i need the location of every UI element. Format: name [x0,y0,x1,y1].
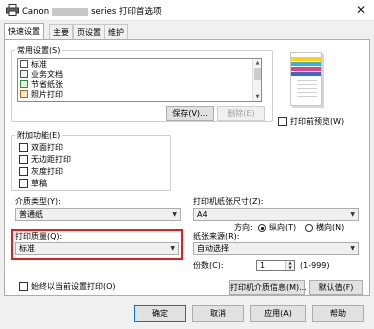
ok-button[interactable]: 确定 [134,305,186,322]
portrait-radio[interactable]: 纵向(T) [258,223,296,233]
print-quality-select[interactable]: 标准 ▼ [15,242,179,255]
select-value: 自动选择 [197,244,229,253]
select-value: A4 [197,210,208,219]
checkbox-box[interactable] [19,179,28,188]
spin-down-icon[interactable]: ▼ [286,266,294,270]
business-document-icon [20,70,28,78]
checkbox-label: 打印前预览(W) [290,117,345,126]
spinner-arrows[interactable]: ▲ ▼ [285,261,294,270]
photo-icon [20,90,28,98]
delete-button[interactable]: 删除(E) [217,106,265,121]
select-value: 普通纸 [19,210,43,219]
list-item-label: 照片打印 [31,90,63,99]
chevron-down-icon: ▼ [172,211,177,218]
tab-main[interactable]: 主要 [49,24,73,40]
scroll-down-icon[interactable]: ▼ [253,93,261,101]
checkbox-label: 始终以当前设置打印(O) [31,282,116,291]
window-title: Canon series 打印首选项 [22,5,162,17]
always-print-current-settings-checkbox[interactable]: 始终以当前设置打印(O) [19,281,116,292]
paper-size-select[interactable]: A4 ▼ [193,208,359,221]
list-item[interactable]: 标准 [20,60,47,70]
common-settings-list[interactable]: 标准 业务文档 节省纸张 照片打印 ▲ ▼ [17,58,262,102]
radio-dot[interactable] [258,224,266,232]
select-value: 标准 [19,244,35,253]
landscape-radio[interactable]: 横向(N) [305,223,344,233]
copies-label: 份数(C): [193,261,224,270]
title-suffix: series 打印首选项 [91,7,162,17]
list-scrollbar[interactable]: ▲ ▼ [252,59,261,101]
paper-size-label: 打印机纸张尺寸(Z): [193,197,264,206]
checkbox-label: 双面打印 [31,143,63,152]
checkbox-box[interactable] [19,282,28,291]
paper-source-label: 纸张来源(R): [193,232,240,241]
printer-icon [6,4,19,16]
cancel-button[interactable]: 取消 [192,305,244,322]
duplex-print-checkbox[interactable]: 双面打印 [19,142,63,153]
apply-button[interactable]: 应用(A) [250,305,306,322]
print-quality-label: 打印质量(Q): [15,232,63,241]
checkbox-label: 草稿 [31,179,47,188]
scroll-thumb[interactable] [254,68,261,80]
chevron-down-icon: ▼ [170,245,175,252]
radio-label: 横向(N) [316,223,345,232]
radio-label: 纵向(T) [269,223,297,232]
printer-media-info-button[interactable]: 打印机介质信息(M)... [229,280,307,295]
paper-saving-icon [20,80,28,88]
title-prefix: Canon [22,7,50,17]
copies-value: 1 [260,261,266,270]
media-type-label: 介质类型(Y): [15,197,61,206]
checkbox-box[interactable] [19,167,28,176]
list-item-label: 业务文档 [31,70,63,79]
tab-maintenance[interactable]: 维护 [104,24,128,40]
copies-range: (1-999) [300,261,330,270]
copies-spinner[interactable]: 1 ▲ ▼ [256,260,295,271]
draft-checkbox[interactable]: 草稿 [19,178,47,189]
common-settings-label: 常用设置(S) [15,45,63,56]
list-item[interactable]: 业务文档 [20,70,63,80]
list-item-label: 标准 [31,60,47,69]
list-item[interactable]: 照片打印 [20,90,63,100]
checkbox-box[interactable] [19,155,28,164]
list-item[interactable]: 节省纸张 [20,80,63,90]
grayscale-print-checkbox[interactable]: 灰度打印 [19,166,63,177]
checkbox-label: 灰度打印 [31,167,63,176]
close-button[interactable]: ✕ [350,2,372,19]
chevron-down-icon: ▼ [350,245,355,252]
redacted-model-name [52,7,89,16]
document-icon [20,60,28,68]
scroll-up-icon[interactable]: ▲ [253,59,261,67]
checkbox-box[interactable] [278,117,287,126]
paper-preview-image [290,52,322,106]
additional-features-label: 附加功能(E) [15,130,63,141]
checkbox-box[interactable] [19,143,28,152]
preview-before-print-checkbox[interactable]: 打印前预览(W) [278,116,344,127]
defaults-button[interactable]: 默认值(F) [309,280,363,295]
tab-page-setup[interactable]: 页设置 [73,24,105,40]
paper-source-select[interactable]: 自动选择 ▼ [193,242,359,255]
media-type-select[interactable]: 普通纸 ▼ [15,208,181,221]
tab-quick-setup[interactable]: 快速设置 [4,23,44,40]
close-icon: ✕ [355,3,367,17]
borderless-print-checkbox[interactable]: 无边距打印 [19,154,71,165]
save-button[interactable]: 保存(V)... [166,106,214,121]
radio-dot[interactable] [305,224,313,232]
checkbox-label: 无边距打印 [31,155,71,164]
chevron-down-icon: ▼ [350,211,355,218]
title-bar: Canon series 打印首选项 ✕ [0,0,374,21]
list-item-label: 节省纸张 [31,80,63,89]
help-button[interactable]: 帮助 [312,305,364,322]
